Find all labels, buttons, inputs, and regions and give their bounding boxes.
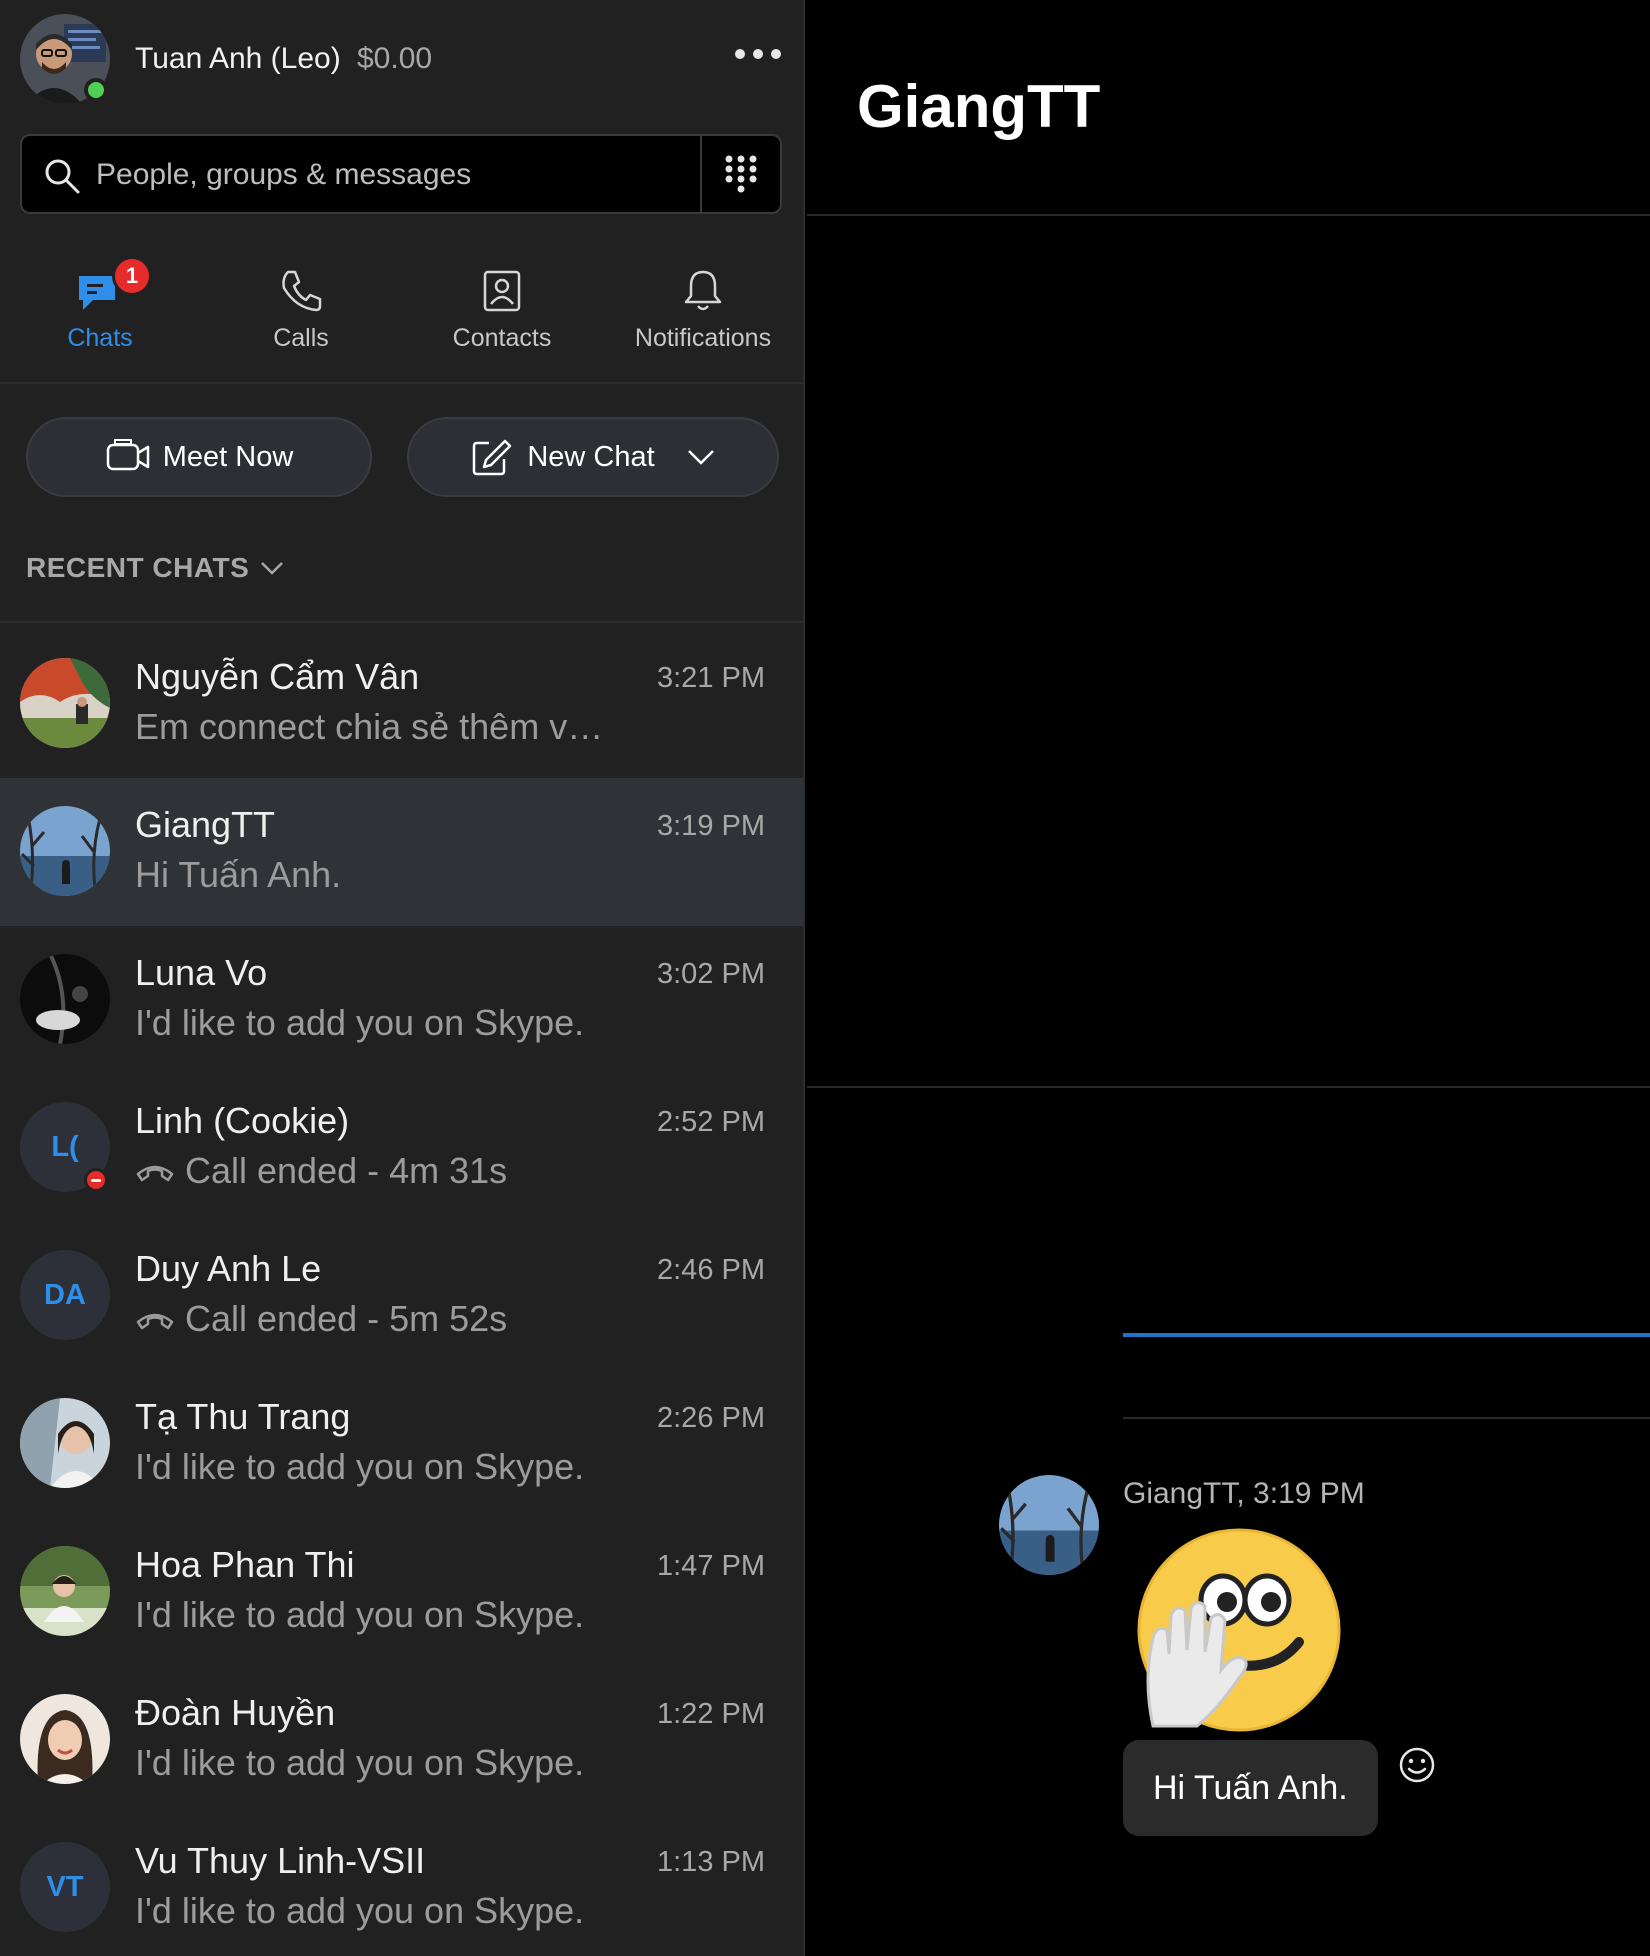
more-dots-icon <box>735 49 781 59</box>
wave-emoji-sticker-icon[interactable] <box>1127 1520 1347 1740</box>
profile-name[interactable]: Tuan Anh (Leo) <box>135 42 341 76</box>
more-options-button[interactable] <box>726 34 790 74</box>
dialpad-icon <box>725 155 757 193</box>
chevron-down-icon <box>261 562 284 575</box>
divider <box>0 621 803 623</box>
sidebar: Tuan Anh (Leo) $0.00 People, groups & me… <box>0 0 805 1956</box>
tab-label: Contacts <box>452 324 552 352</box>
online-status-icon <box>84 78 108 102</box>
recent-chats-label: RECENT CHATS <box>26 552 250 583</box>
profile-header: Tuan Anh (Leo) $0.00 <box>20 14 790 104</box>
contact-name: Linh (Cookie) <box>135 1100 350 1141</box>
contact-name: Vu Thuy Linh-VSII <box>135 1840 426 1881</box>
contact-avatar <box>20 806 110 896</box>
chat-item[interactable]: Đoàn Huyền 1:22 PM I'd like to add you o… <box>0 1666 803 1814</box>
contact-name: Duy Anh Le <box>135 1248 322 1289</box>
divider <box>807 1086 1650 1088</box>
meet-now-button[interactable]: Meet Now <box>26 417 372 497</box>
chat-item[interactable]: VT Vu Thuy Linh-VSII 1:13 PM I'd like to… <box>0 1814 803 1956</box>
message-preview: Hi Tuấn Anh. <box>135 854 342 895</box>
contact-name: Luna Vo <box>135 952 268 993</box>
new-chat-button[interactable]: New Chat <box>407 417 779 497</box>
conversation-pane: GiangTT GiangTT, 3:19 PM Hi Tuấn Anh. <box>807 0 1650 1956</box>
message-preview: Em connect chia sẻ thêm v… <box>135 706 604 747</box>
tab-label: Calls <box>273 324 329 352</box>
chat-item[interactable]: Luna Vo 3:02 PM I'd like to add you on S… <box>0 926 803 1074</box>
chat-item[interactable]: L( Linh (Cookie) 2:52 PM Call ended - 4m… <box>0 1074 803 1222</box>
call-ended-icon <box>136 1313 174 1330</box>
contact-initials-avatar: VT <box>20 1842 110 1932</box>
search-icon <box>45 159 80 194</box>
divider <box>1123 1417 1650 1419</box>
quick-actions: Meet Now New Chat <box>26 417 786 497</box>
tab-label: Chats <box>67 324 133 352</box>
unread-badge: 1 <box>112 256 152 296</box>
message-preview: I'd like to add you on Skype. <box>135 1594 585 1635</box>
contacts-icon <box>483 270 521 312</box>
new-chat-label: New Chat <box>527 440 655 473</box>
message-preview: I'd like to add you on Skype. <box>135 1446 585 1487</box>
chat-timestamp: 2:26 PM <box>657 1402 765 1434</box>
divider <box>807 214 1650 216</box>
message-preview: Call ended - 4m 31s <box>135 1150 507 1192</box>
chat-timestamp: 3:21 PM <box>657 662 765 694</box>
contact-name: GiangTT <box>135 804 276 845</box>
chat-item[interactable]: Nguyễn Cẩm Vân 3:21 PM Em connect chia s… <box>0 630 803 778</box>
search-bar <box>20 134 782 214</box>
chat-timestamp: 1:13 PM <box>657 1846 765 1878</box>
contact-name: Nguyễn Cẩm Vân <box>135 656 420 697</box>
contact-name: Đoàn Huyền <box>135 1692 336 1733</box>
tab-calls[interactable]: Calls <box>201 254 401 364</box>
tab-chats[interactable]: 1 Chats <box>0 254 200 364</box>
message-preview: I'd like to add you on Skype. <box>135 1742 585 1783</box>
search-input[interactable] <box>96 146 696 204</box>
message-bubble[interactable]: Hi Tuấn Anh. <box>1123 1740 1378 1836</box>
chat-timestamp: 3:19 PM <box>657 810 765 842</box>
contact-avatar <box>20 954 110 1044</box>
phone-icon <box>282 270 322 312</box>
video-camera-icon <box>106 439 149 471</box>
chat-timestamp: 1:22 PM <box>657 1698 765 1730</box>
chat-timestamp: 2:52 PM <box>657 1106 765 1138</box>
chat-item[interactable]: DA Duy Anh Le 2:46 PM Call ended - 5m 52… <box>0 1222 803 1370</box>
conversation-title[interactable]: GiangTT <box>857 72 1100 141</box>
message-sender-time: GiangTT, 3:19 PM <box>1123 1477 1365 1510</box>
contact-avatar <box>20 1694 110 1784</box>
chat-timestamp: 2:46 PM <box>657 1254 765 1286</box>
call-ended-icon <box>136 1165 174 1182</box>
do-not-disturb-icon <box>84 1168 108 1192</box>
sender-avatar[interactable] <box>999 1475 1099 1575</box>
chat-timestamp: 3:02 PM <box>657 958 765 990</box>
profile-balance[interactable]: $0.00 <box>357 42 432 76</box>
tab-notifications[interactable]: Notifications <box>603 254 803 364</box>
add-reaction-smiley-icon[interactable] <box>1397 1745 1437 1785</box>
contact-name: Tạ Thu Trang <box>135 1396 351 1437</box>
new-messages-indicator <box>1123 1333 1650 1337</box>
message-preview: I'd like to add you on Skype. <box>135 1002 585 1043</box>
contact-avatar <box>20 1546 110 1636</box>
contact-initials-avatar: DA <box>20 1250 110 1340</box>
chevron-down-icon[interactable] <box>685 447 717 467</box>
message-preview: Call ended - 5m 52s <box>135 1298 507 1340</box>
tab-contacts[interactable]: Contacts <box>402 254 602 364</box>
chat-item[interactable]: Hoa Phan Thi 1:47 PM I'd like to add you… <box>0 1518 803 1666</box>
nav-tabs: 1 Chats Calls Contacts Notifications <box>0 254 803 384</box>
tab-label: Notifications <box>634 324 772 352</box>
message-preview: I'd like to add you on Skype. <box>135 1890 585 1931</box>
contact-avatar <box>20 1398 110 1488</box>
chat-item-selected[interactable]: GiangTT 3:19 PM Hi Tuấn Anh. <box>0 778 803 926</box>
recent-chats-toggle[interactable]: RECENT CHATS <box>26 552 285 584</box>
bell-icon <box>684 270 722 311</box>
chat-item[interactable]: Tạ Thu Trang 2:26 PM I'd like to add you… <box>0 1370 803 1518</box>
contact-avatar <box>20 658 110 748</box>
contact-name: Hoa Phan Thi <box>135 1544 355 1585</box>
chat-timestamp: 1:47 PM <box>657 1550 765 1582</box>
compose-icon <box>473 439 512 476</box>
dialpad-button[interactable] <box>700 136 780 212</box>
meet-now-label: Meet Now <box>162 440 294 473</box>
